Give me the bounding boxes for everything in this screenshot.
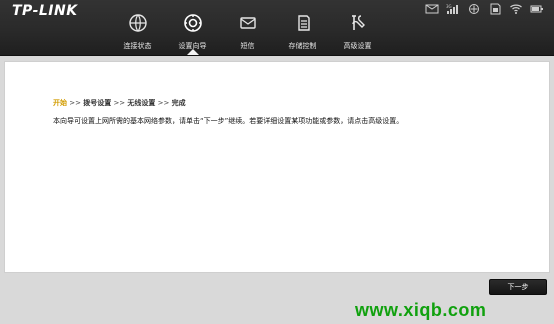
signal-strength-icon: 3G [446,3,460,15]
globe-icon [128,13,148,33]
storage-icon [293,13,313,33]
mail-icon[interactable] [425,3,439,15]
step-dial-settings: 拨号设置 [83,99,112,107]
watermark: www.xiqb.com [355,300,487,320]
nav-label: 存储控制 [288,42,317,50]
nav-item-connection-status[interactable]: 连接状态 [110,0,165,55]
battery-icon [530,3,544,15]
nav-label: 设置向导 [178,42,207,50]
nav-label: 高级设置 [343,42,372,50]
step-finish: 完成 [171,99,186,107]
status-bar: 3G [425,2,544,16]
wizard-steps: 开始 >> 拨号设置 >> 无线设置 >> 完成 [53,98,186,108]
message-icon [238,13,258,33]
nav-item-storage-control[interactable]: 存储控制 [275,0,330,55]
step-separator: >> [69,99,81,107]
top-header: TP-LINK 3G 连接状态 设置向导 短信 存储控制 高级设置 [0,0,554,56]
step-wireless-settings: 无线设置 [127,99,156,107]
settings-icon [183,13,203,33]
svg-text:3G: 3G [446,4,452,9]
main-nav: 连接状态 设置向导 短信 存储控制 高级设置 [110,0,385,55]
brand-logo: TP-LINK [12,3,78,19]
step-start: 开始 [53,99,67,107]
wizard-description: 本向导可设置上网所需的基本网络参数，请单击“下一步”继续。若要详细设置某项功能或… [53,117,404,125]
network-icon [467,3,481,15]
wizard-panel: 开始 >> 拨号设置 >> 无线设置 >> 完成 本向导可设置上网所需的基本网络… [4,61,550,273]
nav-label: 短信 [240,42,255,50]
step-separator: >> [113,99,126,107]
nav-item-advanced-settings[interactable]: 高级设置 [330,0,385,55]
next-button[interactable]: 下一步 [489,279,547,295]
nav-label: 连接状态 [123,42,152,50]
page: TP-LINK 3G 连接状态 设置向导 短信 存储控制 高级设置 开始 >> … [0,0,554,324]
nav-item-sms[interactable]: 短信 [220,0,275,55]
wifi-icon [509,3,523,15]
nav-item-setup-wizard[interactable]: 设置向导 [165,0,220,55]
step-separator: >> [157,99,170,107]
sim-card-icon [488,3,502,15]
tools-icon [348,13,368,33]
